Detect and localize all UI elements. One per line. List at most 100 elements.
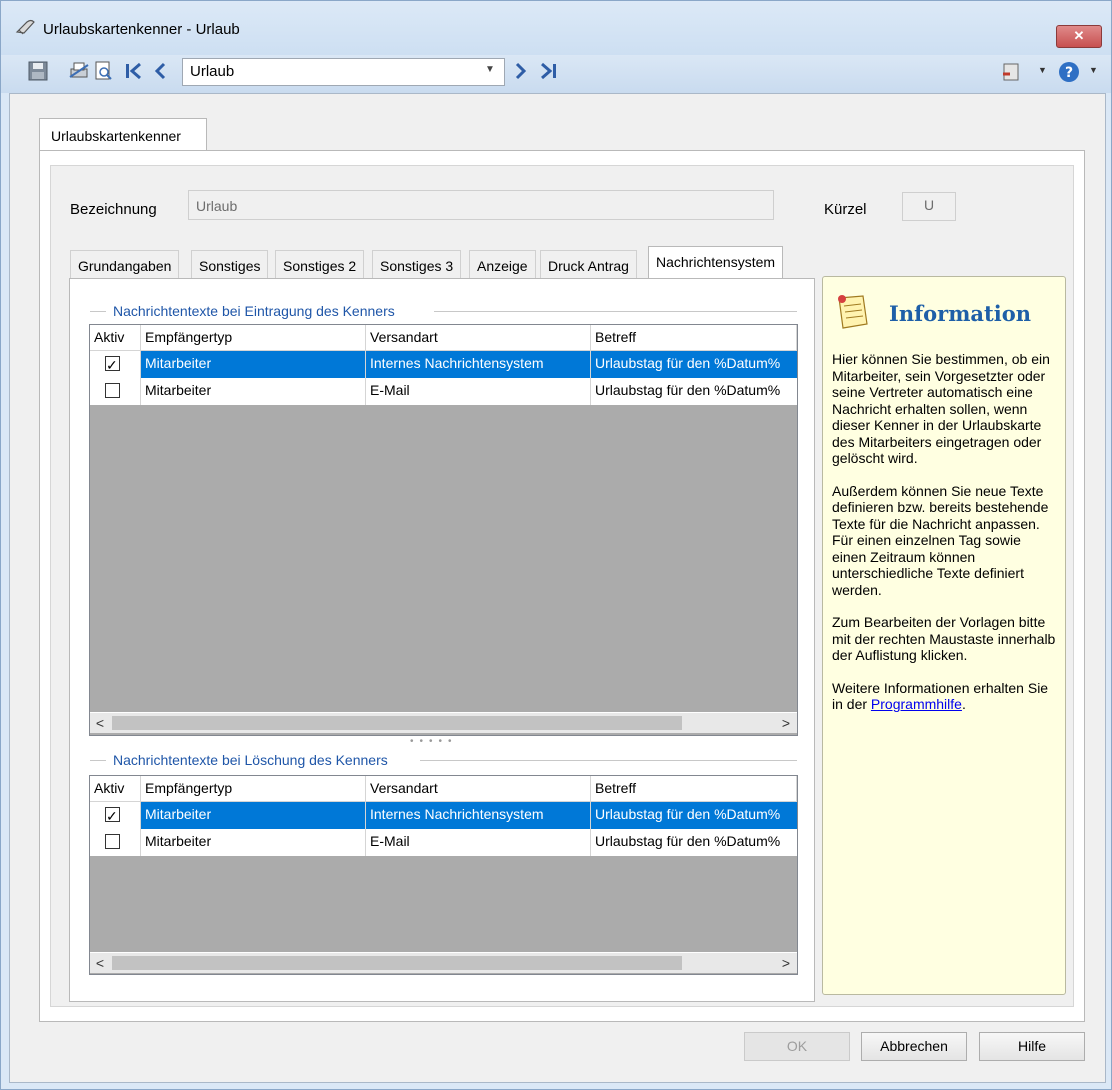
group-title-eintragung: Nachrichtentexte bei Eintragung des Kenn… bbox=[113, 303, 395, 319]
tab-label: Druck Antrag bbox=[548, 258, 629, 274]
empfaenger-cell: Mitarbeiter bbox=[141, 351, 366, 378]
betreff-cell: Urlaubstag für den %Datum% bbox=[595, 806, 781, 822]
scroll-left-icon[interactable]: < bbox=[90, 953, 110, 973]
record-combo[interactable]: Urlaub ▼ bbox=[182, 58, 505, 86]
chevron-down-icon[interactable]: ▼ bbox=[485, 64, 495, 75]
tab-label: Sonstiges bbox=[199, 258, 261, 274]
info-paragraph-suffix: . bbox=[961, 696, 966, 712]
help-button[interactable]: Hilfe bbox=[979, 1032, 1085, 1061]
col-header-aktiv[interactable]: Aktiv bbox=[90, 325, 141, 351]
col-header-betreff[interactable]: Betreff bbox=[591, 325, 797, 351]
record-combo-value: Urlaub bbox=[190, 63, 235, 80]
info-title: Information bbox=[889, 301, 1031, 326]
svg-text:?: ? bbox=[1065, 65, 1073, 81]
kuerzel-label: Kürzel bbox=[824, 201, 867, 218]
col-header-versandart[interactable]: Versandart bbox=[366, 325, 591, 351]
cancel-button[interactable]: Abbrechen bbox=[861, 1032, 967, 1061]
versand-cell: E-Mail bbox=[366, 829, 591, 856]
bezeichnung-field[interactable]: Urlaub bbox=[188, 190, 774, 220]
horizontal-scrollbar[interactable]: < > bbox=[90, 712, 797, 733]
checkbox[interactable] bbox=[105, 834, 120, 849]
tab-label: Anzeige bbox=[477, 258, 528, 274]
toolbar: Urlaub ▼ ▼ ? ▼ bbox=[1, 55, 1111, 93]
table-row[interactable]: Mitarbeiter Internes Nachrichtensystem U… bbox=[90, 351, 797, 378]
scroll-thumb[interactable] bbox=[112, 956, 682, 970]
kuerzel-field[interactable]: U bbox=[902, 192, 956, 221]
tab-label: Nachrichtensystem bbox=[656, 254, 776, 270]
help-label: Hilfe bbox=[1017, 1038, 1046, 1054]
checkbox[interactable] bbox=[105, 383, 120, 398]
cancel-label: Abbrechen bbox=[880, 1038, 948, 1054]
tab-grundangaben[interactable]: Grundangaben bbox=[70, 250, 180, 279]
next-record-icon[interactable] bbox=[509, 61, 531, 83]
exit-dropdown-icon[interactable]: ▼ bbox=[1038, 65, 1047, 75]
bezeichnung-label: Bezeichnung bbox=[70, 201, 157, 218]
help-dropdown-icon[interactable]: ▼ bbox=[1089, 65, 1098, 75]
table-row[interactable]: Mitarbeiter E-Mail Urlaubstag für den %D… bbox=[90, 829, 797, 856]
aktiv-cell[interactable] bbox=[90, 802, 141, 829]
info-paragraph: Außerdem können Sie neue Texte definiere… bbox=[832, 482, 1049, 598]
aktiv-cell[interactable] bbox=[90, 378, 141, 405]
versand-cell: Internes Nachrichtensystem bbox=[366, 351, 591, 378]
grid-loeschung[interactable]: Aktiv Empfängertyp Versandart Betreff Mi… bbox=[89, 775, 798, 975]
print-preview-icon[interactable] bbox=[93, 61, 115, 83]
checkbox[interactable] bbox=[105, 353, 120, 378]
versand-cell: E-Mail bbox=[366, 378, 591, 405]
help-icon[interactable]: ? bbox=[1058, 61, 1080, 83]
group-line bbox=[90, 311, 106, 312]
info-panel: Information Hier können Sie bestimmen, o… bbox=[822, 276, 1066, 995]
ok-button[interactable]: OK bbox=[744, 1032, 850, 1061]
versand-cell: Internes Nachrichtensystem bbox=[366, 802, 591, 829]
betreff-cell: Urlaubstag für den %Datum% bbox=[595, 355, 781, 371]
previous-record-icon[interactable] bbox=[150, 61, 172, 83]
col-header-versandart[interactable]: Versandart bbox=[366, 776, 591, 802]
horizontal-scrollbar[interactable]: < > bbox=[90, 952, 797, 973]
info-paragraph: Zum Bearbeiten der Vorlagen bitte mit de… bbox=[832, 614, 1056, 663]
aktiv-cell[interactable] bbox=[90, 351, 141, 378]
save-icon[interactable] bbox=[27, 61, 49, 83]
first-record-icon[interactable] bbox=[123, 61, 145, 83]
table-row[interactable]: Mitarbeiter Internes Nachrichtensystem U… bbox=[90, 802, 797, 829]
betreff-cell: Urlaubstag für den %Datum% bbox=[595, 833, 781, 849]
tab-urlaubskartenkenner[interactable]: Urlaubskartenkenner bbox=[39, 118, 207, 152]
window-title: Urlaubskartenkenner - Urlaub bbox=[43, 21, 240, 38]
app-icon bbox=[15, 18, 37, 36]
kuerzel-value: U bbox=[923, 197, 935, 213]
tab-anzeige[interactable]: Anzeige bbox=[469, 250, 536, 279]
tab-druck-antrag[interactable]: Druck Antrag bbox=[540, 250, 637, 279]
tab-sonstiges[interactable]: Sonstiges bbox=[191, 250, 269, 279]
info-paragraph: Weitere Informationen erhalten Sie in de… bbox=[832, 680, 1057, 713]
note-icon bbox=[833, 292, 873, 332]
help-link[interactable]: Programmhilfe bbox=[871, 696, 962, 712]
print-setup-icon[interactable] bbox=[68, 61, 90, 83]
exit-icon[interactable] bbox=[1000, 62, 1022, 84]
close-icon: ✕ bbox=[1073, 28, 1085, 43]
tab-label: Sonstiges 2 bbox=[283, 258, 357, 274]
col-header-aktiv[interactable]: Aktiv bbox=[90, 776, 141, 802]
bezeichnung-value: Urlaub bbox=[196, 198, 238, 214]
scroll-left-icon[interactable]: < bbox=[90, 713, 110, 733]
group-line bbox=[90, 760, 106, 761]
table-row[interactable]: Mitarbeiter E-Mail Urlaubstag für den %D… bbox=[90, 378, 797, 405]
tab-label: Grundangaben bbox=[78, 258, 172, 274]
col-header-empfaengertyp[interactable]: Empfängertyp bbox=[141, 776, 366, 802]
scroll-right-icon[interactable]: > bbox=[776, 953, 796, 973]
tab-label: Urlaubskartenkenner bbox=[51, 128, 181, 144]
splitter-grip[interactable]: ••••• bbox=[410, 736, 458, 747]
tab-sonstiges-3[interactable]: Sonstiges 3 bbox=[372, 250, 462, 279]
grid-eintragung[interactable]: Aktiv Empfängertyp Versandart Betreff Mi… bbox=[89, 324, 798, 736]
scroll-thumb[interactable] bbox=[112, 716, 682, 730]
tab-sonstiges-2[interactable]: Sonstiges 2 bbox=[275, 250, 365, 279]
last-record-icon[interactable] bbox=[538, 61, 560, 83]
info-text: Hier können Sie bestimmen, ob ein Mitarb… bbox=[832, 351, 1057, 713]
group-line bbox=[420, 760, 797, 761]
aktiv-cell[interactable] bbox=[90, 829, 141, 856]
col-header-betreff[interactable]: Betreff bbox=[591, 776, 797, 802]
empfaenger-cell: Mitarbeiter bbox=[141, 378, 366, 405]
checkbox[interactable] bbox=[105, 804, 120, 829]
col-header-empfaengertyp[interactable]: Empfängertyp bbox=[141, 325, 366, 351]
scroll-right-icon[interactable]: > bbox=[776, 713, 796, 733]
betreff-cell: Urlaubstag für den %Datum% bbox=[595, 382, 781, 398]
tab-nachrichtensystem[interactable]: Nachrichtensystem bbox=[648, 246, 784, 279]
close-button[interactable]: ✕ bbox=[1056, 25, 1102, 48]
